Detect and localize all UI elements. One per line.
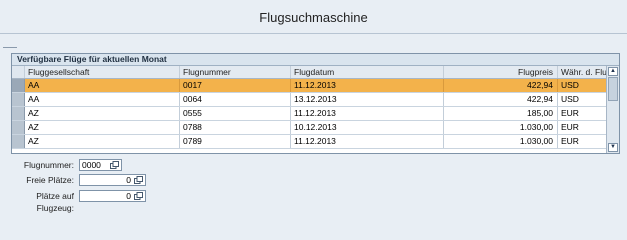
column-header-flight-date[interactable]: Flugdatum xyxy=(291,66,444,78)
row-selector[interactable] xyxy=(12,107,25,120)
page-title: Flugsuchmaschine xyxy=(259,10,368,25)
row-selector[interactable] xyxy=(12,121,25,134)
triangle-up-icon[interactable]: ▲ xyxy=(608,67,618,76)
cell-currency: USD xyxy=(561,80,579,90)
row-selector[interactable] xyxy=(12,135,25,148)
flight-number-field[interactable]: 0000 xyxy=(79,159,122,171)
value-help-icon[interactable] xyxy=(110,161,119,169)
table-row[interactable]: AZ 0788 10.12.2013 1.030,00 EUR xyxy=(12,121,607,135)
cell-price: 1.030,00 xyxy=(444,121,558,134)
row-selector[interactable] xyxy=(12,93,25,106)
vertical-scrollbar[interactable]: ▲ ▼ xyxy=(606,66,619,153)
title-divider xyxy=(0,33,627,34)
table-caption: Verfügbare Flüge für aktuellen Monat xyxy=(12,54,619,66)
flight-number-row: Flugnummer: 0000 xyxy=(0,159,140,171)
cell-price: 1.030,00 xyxy=(444,135,558,148)
table-header-row: Fluggesellschaft Flugnummer Flugdatum Fl… xyxy=(12,66,607,79)
cell-airline: AZ xyxy=(25,107,180,120)
free-seats-value: 0 xyxy=(126,175,131,185)
table-row[interactable]: AZ 0789 11.12.2013 1.030,00 EUR xyxy=(12,135,607,149)
cell-price: 185,00 xyxy=(444,107,558,120)
cell-price: 422,94 xyxy=(444,93,558,106)
flight-number-value: 0000 xyxy=(82,160,101,170)
cell-airline: AZ xyxy=(25,121,180,134)
row-selector[interactable] xyxy=(12,79,25,92)
column-header-flight-number[interactable]: Flugnummer xyxy=(180,66,291,78)
section-divider xyxy=(3,47,17,48)
select-all-header[interactable] xyxy=(12,66,25,78)
cell-currency: EUR xyxy=(561,136,579,146)
cell-airline: AA xyxy=(25,79,180,92)
table-row[interactable]: AZ 0555 11.12.2013 185,00 EUR xyxy=(12,107,607,121)
flight-number-label: Flugnummer: xyxy=(23,160,74,170)
free-seats-label: Freie Plätze: xyxy=(26,175,74,185)
cell-flight-number: 0064 xyxy=(180,93,291,106)
seats-row: Plätze auf Flugzeug: 0 xyxy=(0,190,150,213)
column-header-price[interactable]: Flugpreis xyxy=(444,66,558,78)
table-row[interactable]: AA 0064 13.12.2013 422,94 USD xyxy=(12,93,607,107)
value-help-icon[interactable] xyxy=(134,192,143,200)
seats-value: 0 xyxy=(126,191,131,201)
cell-currency: EUR xyxy=(561,108,579,118)
free-seats-field[interactable]: 0 xyxy=(79,174,146,186)
cell-flight-number: 0555 xyxy=(180,107,291,120)
cell-flight-number: 0789 xyxy=(180,135,291,148)
seats-field[interactable]: 0 xyxy=(79,190,146,202)
column-header-airline[interactable]: Fluggesellschaft xyxy=(25,66,180,78)
cell-price: 422,94 xyxy=(444,79,558,92)
cell-flight-date: 11.12.2013 xyxy=(291,107,444,120)
cell-flight-date: 10.12.2013 xyxy=(291,121,444,134)
cell-airline: AZ xyxy=(25,135,180,148)
cell-flight-number: 0788 xyxy=(180,121,291,134)
free-seats-row: Freie Plätze: 0 xyxy=(0,174,150,186)
triangle-down-icon[interactable]: ▼ xyxy=(608,143,618,152)
cell-flight-date: 11.12.2013 xyxy=(291,79,444,92)
scroll-thumb[interactable] xyxy=(608,77,618,101)
cell-flight-number: 0017 xyxy=(180,79,291,92)
value-help-icon[interactable] xyxy=(134,176,143,184)
cell-flight-date: 13.12.2013 xyxy=(291,93,444,106)
table-grid: Fluggesellschaft Flugnummer Flugdatum Fl… xyxy=(12,66,607,149)
table-row[interactable]: AA 0017 11.12.2013 422,94 USD xyxy=(12,79,607,93)
column-header-currency[interactable]: Währ. d. Flugg. xyxy=(558,66,607,78)
cell-currency: EUR xyxy=(561,122,579,132)
cell-currency: USD xyxy=(561,94,579,104)
cell-flight-date: 11.12.2013 xyxy=(291,135,444,148)
seats-label: Plätze auf Flugzeug: xyxy=(36,191,74,213)
flights-table: Verfügbare Flüge für aktuellen Monat Flu… xyxy=(11,53,620,154)
cell-airline: AA xyxy=(25,93,180,106)
